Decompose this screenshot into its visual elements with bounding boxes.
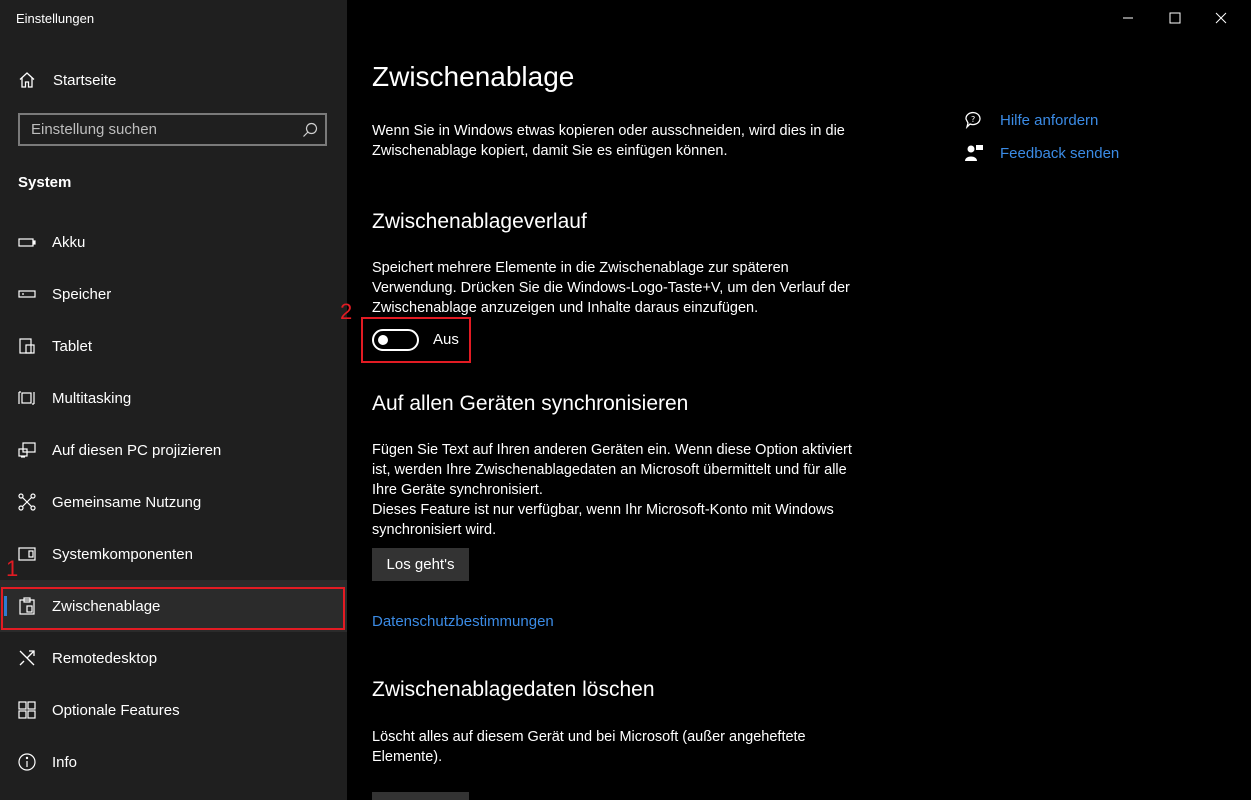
feedback-link[interactable]: Feedback senden bbox=[964, 143, 1119, 163]
get-started-button[interactable]: Los geht's bbox=[372, 548, 469, 581]
sidebar-item-akku[interactable]: Akku bbox=[0, 216, 347, 268]
history-description: Speichert mehrere Elemente in die Zwisch… bbox=[372, 260, 850, 316]
project-icon bbox=[18, 442, 36, 458]
sidebar-item-label: Multitasking bbox=[52, 389, 132, 407]
sidebar-item-label: Speicher bbox=[52, 285, 112, 303]
sidebar-item-label: Auf diesen PC projizieren bbox=[52, 441, 222, 459]
feedback-icon bbox=[965, 145, 983, 161]
remote-desktop-icon bbox=[19, 650, 35, 666]
home-link[interactable]: Startseite bbox=[18, 68, 116, 92]
search-icon[interactable] bbox=[302, 122, 318, 138]
info-icon bbox=[18, 753, 36, 771]
annotation-number-2: 2 bbox=[340, 299, 353, 324]
maximize-icon bbox=[1169, 12, 1181, 24]
clear-heading: Zwischenablagedaten löschen bbox=[372, 678, 655, 701]
sidebar-item-label: Optionale Features bbox=[52, 701, 180, 719]
share-icon bbox=[18, 493, 36, 511]
sidebar-item-tablet[interactable]: Tablet bbox=[0, 320, 347, 372]
minimize-icon bbox=[1123, 17, 1133, 19]
sidebar-item-remotedesktop[interactable]: Remotedesktop bbox=[0, 632, 347, 684]
storage-icon bbox=[18, 290, 36, 298]
home-label: Startseite bbox=[53, 71, 117, 89]
optional-features-icon bbox=[18, 701, 36, 719]
section-title: System bbox=[18, 174, 72, 191]
sync-heading: Auf allen Geräten synchronisieren bbox=[372, 392, 689, 415]
sidebar-item-multitasking[interactable]: Multitasking bbox=[0, 372, 347, 424]
tablet-icon bbox=[19, 338, 35, 354]
annotation-number-1: 1 bbox=[6, 556, 19, 581]
annotation-box-2 bbox=[361, 317, 471, 363]
help-chat-icon: ? bbox=[965, 111, 981, 130]
battery-icon bbox=[18, 238, 36, 247]
privacy-link[interactable]: Datenschutzbestimmungen bbox=[372, 613, 554, 630]
main-content: Zwischenablage Wenn Sie in Windows etwas… bbox=[347, 0, 1251, 800]
sidebar-item-optionale-features[interactable]: Optionale Features bbox=[0, 684, 347, 736]
sidebar-item-label: Akku bbox=[52, 233, 86, 251]
components-icon bbox=[18, 547, 36, 561]
sync-description: Fügen Sie Text auf Ihren anderen Geräten… bbox=[372, 442, 852, 498]
sidebar-item-label: Info bbox=[52, 753, 78, 771]
minimize-button[interactable] bbox=[1105, 0, 1151, 36]
clear-description: Löscht alles auf diesem Gerät und bei Mi… bbox=[372, 729, 806, 765]
feedback-label: Feedback senden bbox=[1000, 144, 1120, 162]
search-box[interactable] bbox=[18, 113, 327, 146]
sidebar-item-systemkomponenten[interactable]: Systemkomponenten bbox=[0, 528, 347, 580]
clear-button[interactable] bbox=[372, 792, 469, 800]
sidebar-item-label: Remotedesktop bbox=[52, 649, 158, 667]
sync-note: Dieses Feature ist nur verfügbar, wenn I… bbox=[372, 502, 834, 538]
annotation-box-1 bbox=[1, 587, 345, 630]
multitasking-icon bbox=[18, 391, 35, 405]
search-input[interactable] bbox=[20, 114, 302, 145]
close-button[interactable] bbox=[1198, 0, 1244, 36]
home-icon bbox=[19, 72, 35, 88]
maximize-button[interactable] bbox=[1152, 0, 1198, 36]
window-title: Einstellungen bbox=[16, 11, 95, 26]
svg-text:?: ? bbox=[971, 115, 975, 124]
get-help-link[interactable]: ? Hilfe anfordern bbox=[964, 110, 1098, 130]
sidebar-item-label: Systemkomponenten bbox=[52, 545, 193, 563]
sidebar-item-projizieren[interactable]: Auf diesen PC projizieren bbox=[0, 424, 347, 476]
history-heading: Zwischenablageverlauf bbox=[372, 210, 587, 233]
sidebar-item-label: Tablet bbox=[52, 337, 93, 355]
sidebar: Einstellungen Startseite System Akku Spe… bbox=[0, 0, 347, 800]
intro-text: Wenn Sie in Windows etwas kopieren oder … bbox=[372, 123, 845, 159]
page-title: Zwischenablage bbox=[372, 61, 575, 92]
sidebar-item-label: Gemeinsame Nutzung bbox=[52, 493, 202, 511]
sidebar-item-speicher[interactable]: Speicher bbox=[0, 268, 347, 320]
close-icon bbox=[1215, 12, 1227, 24]
sidebar-item-gemeinsame-nutzung[interactable]: Gemeinsame Nutzung bbox=[0, 476, 347, 528]
get-help-label: Hilfe anfordern bbox=[1000, 111, 1099, 129]
sidebar-item-info[interactable]: Info bbox=[0, 736, 347, 788]
